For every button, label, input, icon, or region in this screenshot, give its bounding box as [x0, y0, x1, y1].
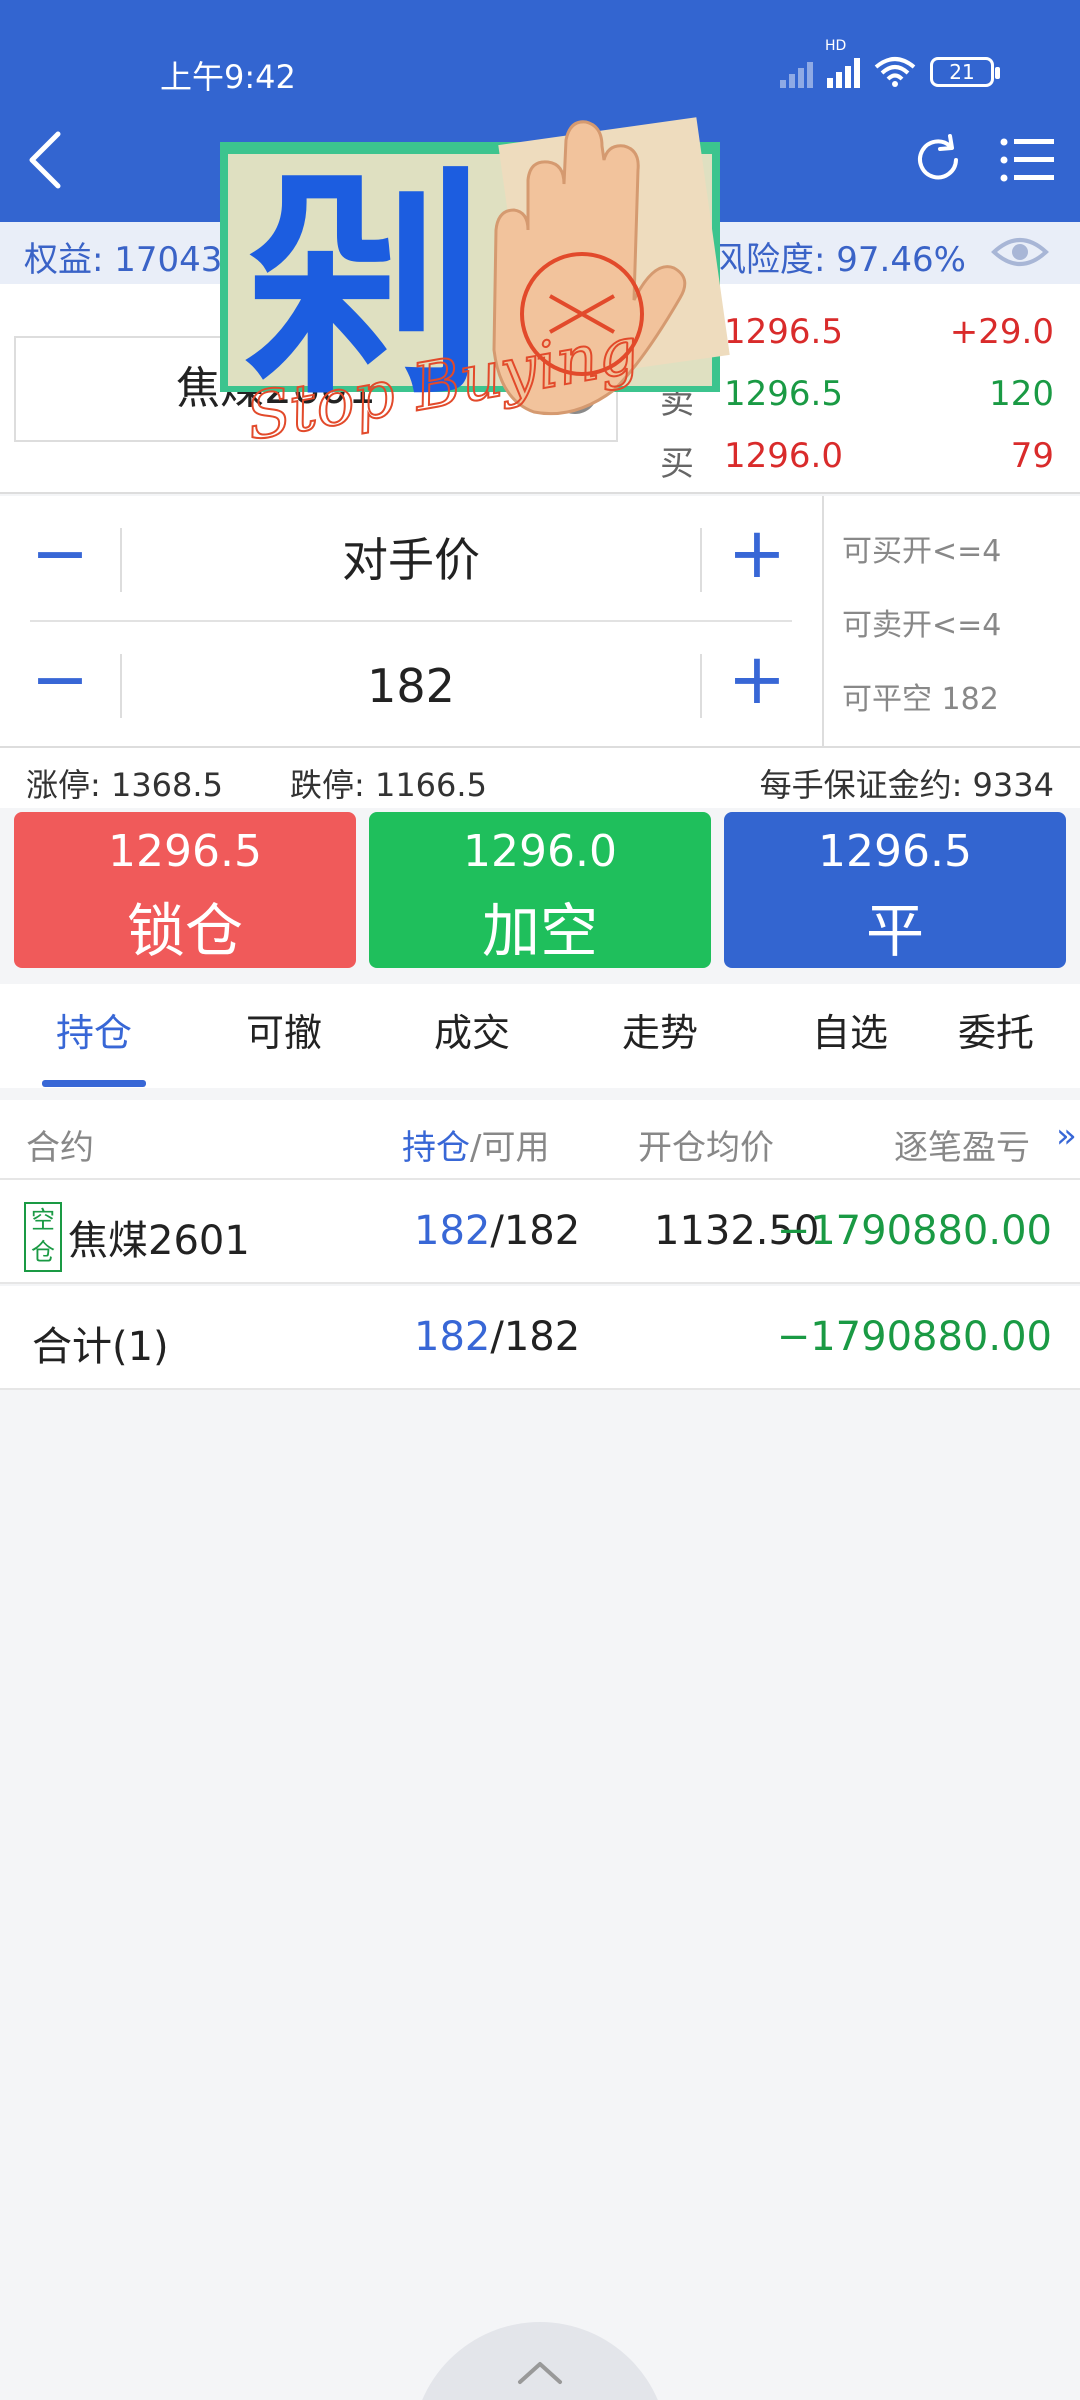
row-available-qty: /182: [490, 1208, 581, 1254]
col-position-label: 持仓: [402, 1128, 470, 1168]
available-buy-open: 可买开<=4: [842, 534, 1002, 569]
margin-per-lot: 每手保证金约: 9334: [759, 766, 1054, 804]
total-position: 182/182: [414, 1314, 580, 1360]
network-type-label: HD: [825, 38, 847, 54]
tab-watchlist[interactable]: 自选: [770, 1002, 930, 1057]
tab-cancellable[interactable]: 可撤: [204, 1002, 364, 1057]
quote-volume: 120: [989, 374, 1054, 414]
limits-row: 涨停: 1368.5 跌停: 1166.5 每手保证金约: 9334: [0, 748, 1080, 808]
refresh-button[interactable]: [910, 132, 966, 188]
quote-price: 1296.0: [724, 436, 843, 476]
total-position-qty: 182: [414, 1314, 491, 1360]
button-label: 平: [865, 897, 924, 965]
tag-text: 空: [31, 1206, 55, 1234]
col-available-label: /可用: [470, 1128, 550, 1168]
price-plus-button[interactable]: +: [722, 518, 792, 598]
table-row[interactable]: 空仓 焦煤2601 182/182 1132.50 −1790880.00: [0, 1180, 1080, 1284]
tab-active-indicator: [42, 1080, 146, 1087]
price-mode-field[interactable]: 对手价: [120, 528, 702, 592]
tab-trades[interactable]: 成交: [392, 1002, 552, 1057]
add-short-button[interactable]: 1296.0 加空: [369, 812, 711, 968]
close-position-button[interactable]: 1296.5 平: [724, 812, 1066, 968]
col-position: 持仓/可用: [402, 1120, 549, 1169]
battery-icon: 21: [930, 57, 1000, 87]
price-minus-button[interactable]: −: [30, 518, 90, 598]
order-panel: − 对手价 + − 182 + 可买开<=4 可卖开<=4 可平空 182: [0, 496, 1080, 748]
button-price: 1296.5: [108, 826, 262, 877]
menu-button[interactable]: [998, 132, 1058, 188]
eye-icon[interactable]: [990, 232, 1050, 272]
more-columns-icon[interactable]: »: [1056, 1116, 1077, 1156]
button-label: 锁仓: [126, 897, 243, 965]
quantity-minus-button[interactable]: −: [30, 644, 90, 724]
row-pnl: −1790880.00: [776, 1208, 1052, 1254]
lock-position-button[interactable]: 1296.5 锁仓: [14, 812, 356, 968]
col-avg-open-price: 开仓均价: [638, 1128, 774, 1168]
row-position-qty: 182: [414, 1208, 491, 1254]
col-contract: 合约: [26, 1128, 94, 1168]
row-position: 182/182: [414, 1208, 580, 1254]
total-row: 合计(1) 182/182 −1790880.00: [0, 1286, 1080, 1390]
row-contract: 焦煤2601: [68, 1218, 250, 1264]
battery-level: 21: [949, 60, 975, 84]
button-label: 加空: [481, 897, 598, 965]
quote-label: 买: [660, 444, 694, 484]
quote-price: 1296.5: [724, 312, 843, 352]
wifi-icon: [874, 57, 916, 87]
button-price: 1296.0: [463, 826, 617, 877]
total-label: 合计(1): [32, 1324, 169, 1370]
button-price: 1296.5: [818, 826, 972, 877]
limit-down: 跌停: 1166.5: [290, 766, 487, 804]
status-time: 上午9:42: [160, 58, 296, 96]
quantity-field[interactable]: 182: [120, 654, 702, 718]
tab-bar: 持仓 可撤 成交 走势 自选 委托: [0, 984, 1080, 1088]
status-icons: HD 21: [780, 38, 1000, 92]
short-position-tag: 空仓: [24, 1202, 62, 1272]
signal-icon: HD: [825, 38, 860, 88]
signal-dim-icon: [780, 56, 813, 88]
price-stepper: − 对手价 +: [30, 508, 792, 608]
tag-text: 仓: [31, 1238, 55, 1266]
back-button[interactable]: [22, 130, 72, 190]
total-pnl: −1790880.00: [776, 1314, 1052, 1360]
quote-change: +29.0: [949, 312, 1054, 352]
available-close-short: 可平空 182: [842, 682, 999, 717]
quote-price: 1296.5: [724, 374, 843, 414]
tab-positions[interactable]: 持仓: [14, 1002, 174, 1057]
availability-panel: 可买开<=4 可卖开<=4 可平空 182: [822, 496, 1080, 748]
available-sell-open: 可卖开<=4: [842, 608, 1002, 643]
equity-value: 权益: 17043: [24, 240, 223, 280]
quantity-plus-button[interactable]: +: [722, 644, 792, 724]
expand-panel-button[interactable]: [412, 2322, 668, 2400]
quantity-stepper: − 182 +: [30, 634, 792, 734]
stop-buying-sticker: 剁 Stop Buying: [220, 117, 730, 440]
positions-table-header: 合约 持仓/可用 开仓均价 逐笔盈亏 »: [0, 1100, 1080, 1180]
tab-orders[interactable]: 委托: [958, 1002, 1080, 1057]
chevron-up-icon: [518, 2362, 562, 2384]
risk-degree: 风险度: 97.46%: [712, 240, 966, 280]
tab-trend[interactable]: 走势: [580, 1002, 740, 1057]
total-available-qty: /182: [490, 1314, 581, 1360]
limit-up: 涨停: 1368.5: [26, 766, 223, 804]
quote-volume: 79: [1010, 436, 1054, 476]
col-pnl: 逐笔盈亏: [894, 1128, 1030, 1168]
divider: [30, 620, 792, 622]
